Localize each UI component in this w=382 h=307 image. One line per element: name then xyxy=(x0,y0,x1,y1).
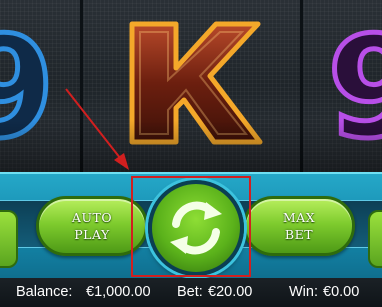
balance-label: Balance: xyxy=(16,284,73,300)
bet-label: Bet: xyxy=(177,284,203,300)
balance-value: €1,000.00 xyxy=(86,284,151,300)
auto-play-label: AUTO PLAY xyxy=(71,210,113,242)
reels-area: 9 9 xyxy=(0,0,382,172)
reels-shade xyxy=(0,120,382,172)
win-value: €0.00 xyxy=(323,284,360,300)
left-side-button[interactable] xyxy=(0,210,18,268)
highlight-box xyxy=(131,176,251,277)
right-side-button[interactable] xyxy=(368,210,382,268)
status-bar: Balance: €1,000.00 Bet: €20.00 Win: €0.0… xyxy=(0,278,382,307)
max-bet-button[interactable]: MAX BET xyxy=(243,196,355,256)
win-label: Win: xyxy=(289,284,318,300)
bet-value: €20.00 xyxy=(208,284,253,300)
max-bet-label: MAX BET xyxy=(282,210,316,242)
